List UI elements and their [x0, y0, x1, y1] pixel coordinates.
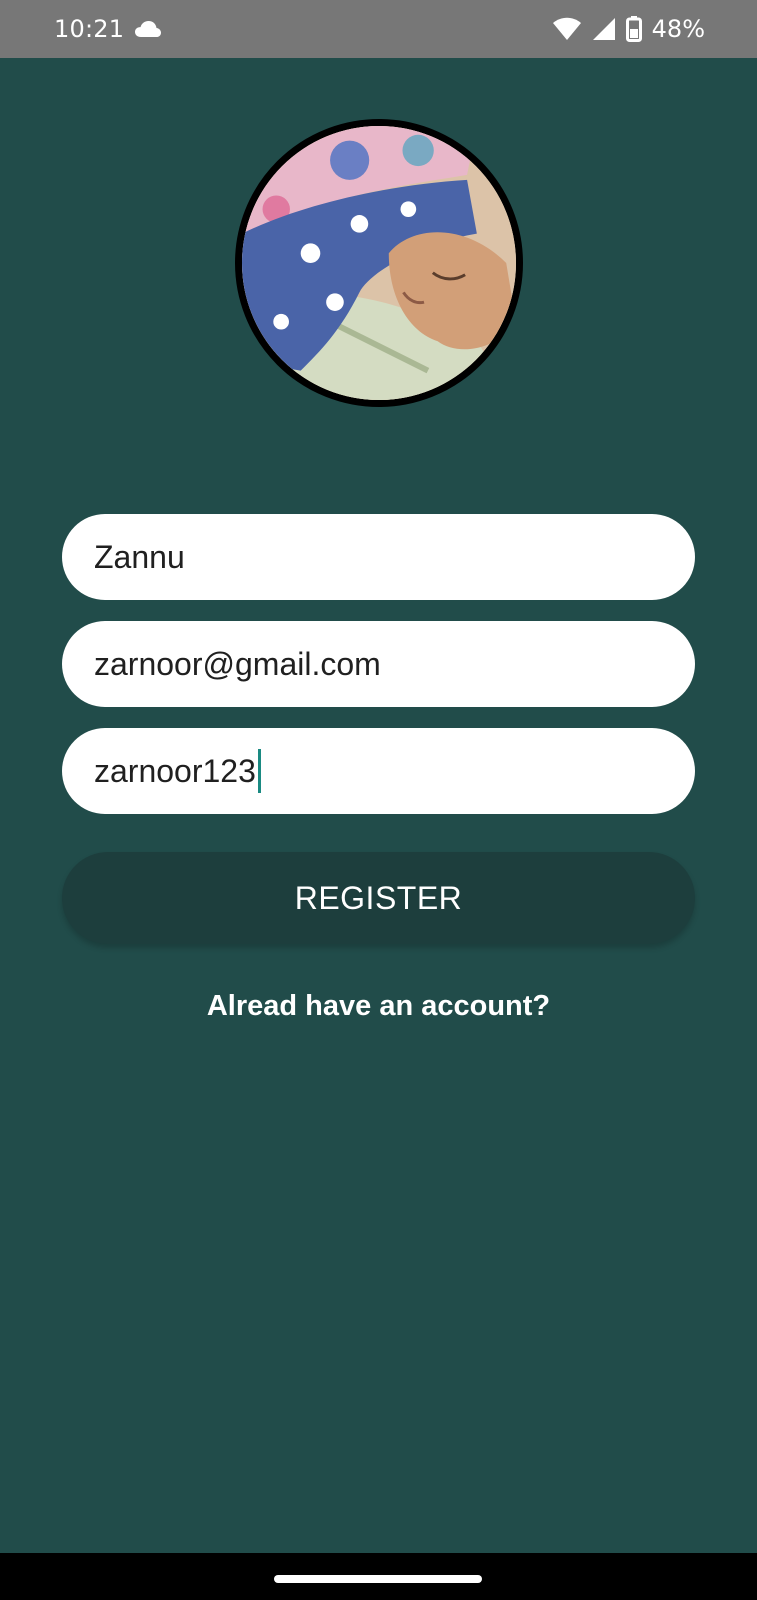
email-field[interactable]: zarnoor@gmail.com	[62, 621, 695, 707]
text-cursor	[257, 749, 261, 793]
wifi-icon	[552, 17, 582, 41]
name-field-value: Zannu	[94, 538, 185, 575]
battery-percent: 48%	[651, 15, 705, 43]
profile-avatar[interactable]	[235, 119, 523, 407]
home-indicator[interactable]	[274, 1575, 482, 1583]
password-field-value: zarnoor123	[94, 752, 256, 789]
login-link[interactable]: Alread have an account?	[0, 990, 757, 1023]
status-time: 10:21	[54, 15, 125, 43]
password-field[interactable]: zarnoor123	[62, 728, 695, 814]
status-right: 48%	[552, 15, 705, 43]
navigation-bar	[0, 1553, 757, 1600]
status-bar: 10:21 48%	[0, 0, 757, 58]
battery-icon	[625, 16, 642, 42]
register-button[interactable]: REGISTER	[62, 852, 695, 944]
email-field-value: zarnoor@gmail.com	[94, 645, 381, 682]
signal-icon	[592, 17, 616, 41]
cloud-icon	[134, 19, 162, 39]
status-left: 10:21	[54, 15, 162, 43]
name-field[interactable]: Zannu	[62, 514, 695, 600]
profile-photo-icon	[242, 126, 516, 400]
